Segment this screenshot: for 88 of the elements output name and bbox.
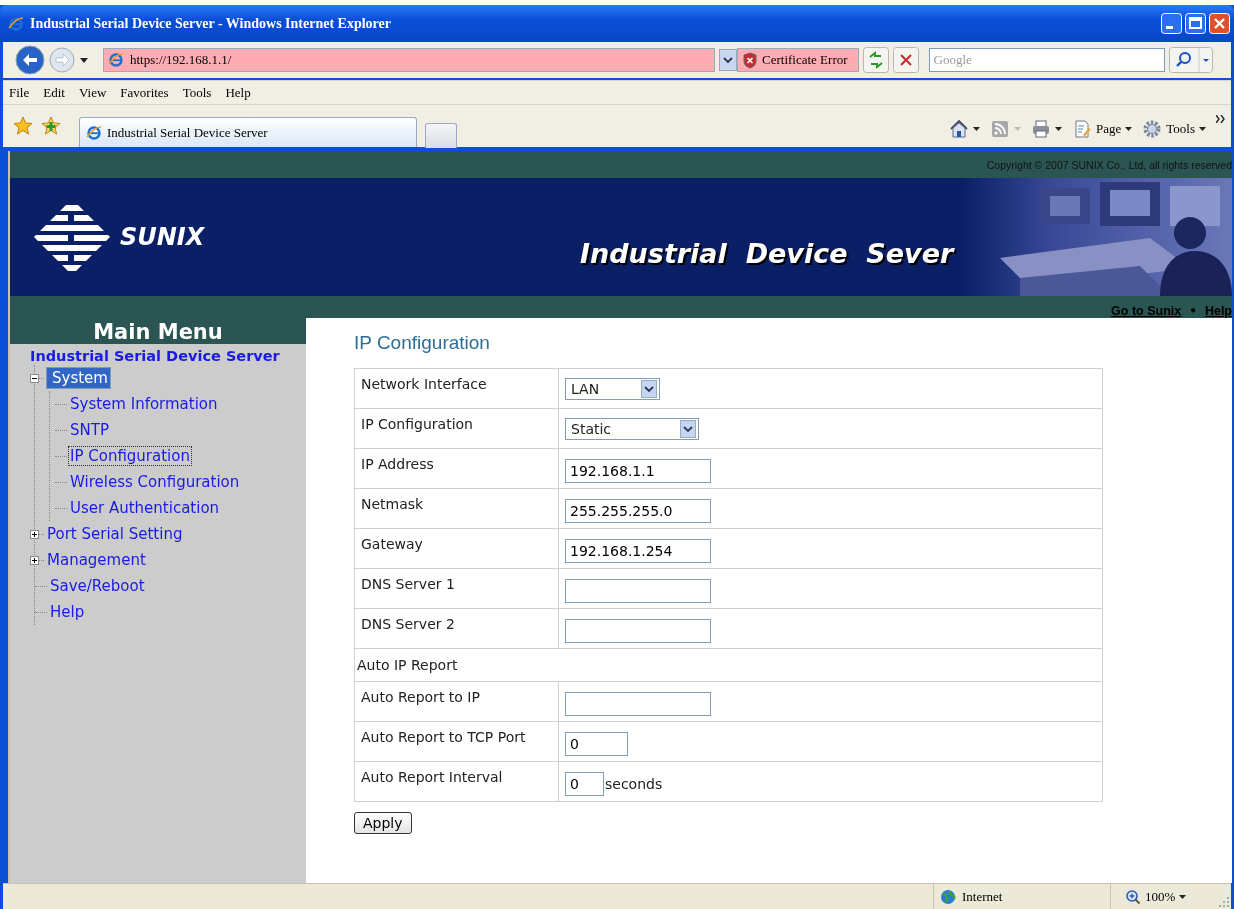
expand-icon[interactable] [30,529,39,539]
caret-icon [1125,127,1133,131]
browser-icon [86,124,102,141]
tree-item[interactable]: Save/Reboot [49,577,146,595]
field-label: Auto Report Interval [354,761,559,802]
tree-item[interactable]: Help [49,603,86,621]
page-title: IP Configuration [354,332,491,354]
search-field[interactable]: Google [928,48,1165,72]
apply-button[interactable]: Apply [354,812,412,834]
collapse-icon[interactable] [30,373,39,383]
tree-item[interactable]: System Information [69,395,219,413]
dropdown-button[interactable] [719,49,737,71]
globe-icon [940,888,956,905]
chevron-icon[interactable] [1216,115,1225,123]
feed-icon [990,119,1010,139]
printer-button[interactable] [1031,119,1062,139]
menu-item[interactable]: Edit [43,84,65,101]
menu-item[interactable]: Favorites [120,84,169,101]
caret-icon [1199,127,1206,131]
tree-item[interactable]: System [46,367,111,389]
menu-item[interactable]: View [78,84,107,101]
resize-grip-icon [1219,897,1229,907]
browser-tab[interactable]: Industrial Serial Device Server [79,117,417,147]
field-label: Netmask [354,488,559,529]
certificate-error-button[interactable]: Certificate Error [737,48,859,72]
tree-item[interactable]: User Authentication [69,499,221,517]
field-label: DNS Server 1 [354,568,559,609]
minimize-button[interactable] [1161,13,1182,34]
zoom-button[interactable]: 100% [1111,888,1205,905]
banner-title: Industrial Device Sever [580,237,956,269]
stop-button[interactable] [892,47,919,73]
dropdown[interactable]: Static [565,417,699,440]
caret-icon [1179,894,1187,899]
caret-icon [1055,127,1062,131]
input-field[interactable]: 192.168.1.1 [565,458,711,483]
add-favorite-icon[interactable] [41,116,61,136]
field-label: Auto Report to TCP Port [354,721,559,762]
tree-item[interactable]: SNTP [69,421,110,439]
recent-pages-button[interactable] [79,55,89,65]
browser-icon [8,15,24,32]
caret-icon [1014,127,1021,131]
field-label: IP Configuration [354,408,559,449]
address-field[interactable]: https://192.168.1.1/ [103,48,715,72]
menu-item[interactable]: File [9,84,30,101]
close-button[interactable] [1209,13,1230,34]
separator-dot: • [1189,304,1197,318]
search-button[interactable] [1168,47,1213,73]
input-field[interactable]: 255.255.255.0 [565,498,711,523]
zoom-icon [1125,888,1141,905]
menu-item[interactable]: Tools [182,84,212,101]
input-field[interactable] [565,691,711,716]
copyright-text: Copyright © 2007 SUNIX Co., Ltd, all rights reserved [986,158,1232,171]
input-field[interactable]: 0 [565,731,628,756]
unit-label: seconds [605,775,663,792]
input-field[interactable]: 192.168.1.254 [565,538,711,563]
field-label: Network Interface [354,368,559,409]
dropdown[interactable]: LAN [565,377,660,400]
sidebar-title: Main Menu [10,318,306,344]
logo-text: SUNIX [120,223,205,251]
tree-item[interactable]: Wireless Configuration [69,473,241,491]
shield-icon [742,51,758,69]
home-button[interactable] [949,119,980,139]
field-label: DNS Server 2 [354,608,559,649]
section-heading: Auto IP Report [354,648,1103,682]
star-icon[interactable] [13,116,33,136]
command-button[interactable]: Page [1072,119,1133,139]
printer-icon [1031,119,1051,139]
zone-label: Internet [962,888,1003,905]
tree-item[interactable]: Port Serial Setting [46,525,184,543]
refresh-button[interactable] [862,47,889,73]
gear-icon [1142,119,1163,139]
tree-root[interactable]: Industrial Serial Device Server [30,348,280,364]
back-button[interactable] [15,45,45,75]
field-label: IP Address [354,448,559,489]
expand-icon[interactable] [30,555,39,565]
field-label: Gateway [354,528,559,569]
caret-icon [973,127,980,131]
maximize-button[interactable] [1185,13,1206,34]
window-title: Industrial Serial Device Server - Windows Internet Explorer [30,15,392,32]
input-field[interactable] [565,618,711,643]
command-button[interactable]: Tools [1142,119,1206,139]
field-label: Auto Report to IP [354,681,559,722]
tree-item[interactable]: Management [46,551,147,569]
input-field[interactable]: 0 [565,771,604,796]
tree-item[interactable]: IP Configuration [69,447,191,465]
menu-item[interactable]: Help [225,84,251,101]
input-field[interactable] [565,578,711,603]
home-icon [949,119,969,139]
